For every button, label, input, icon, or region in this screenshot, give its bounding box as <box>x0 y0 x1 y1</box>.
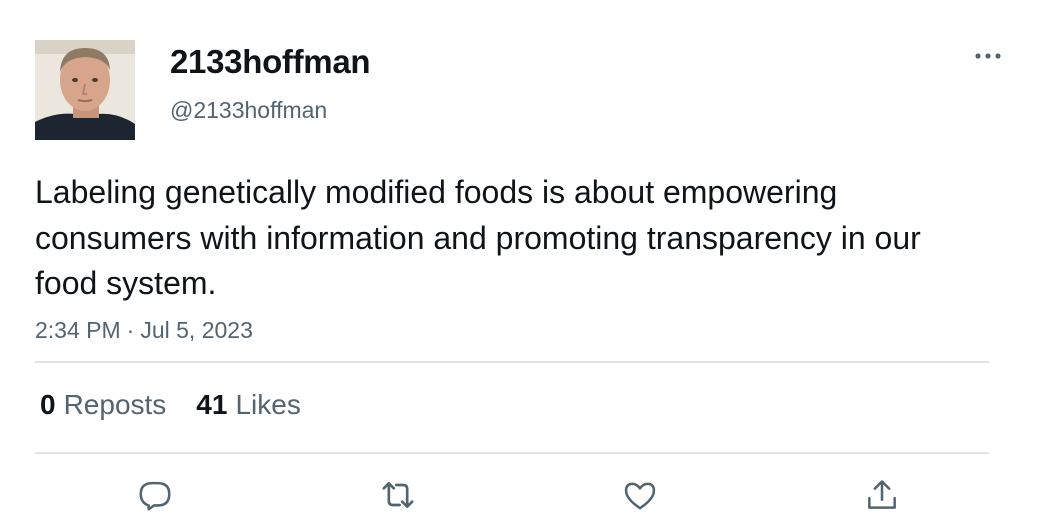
engagement-stats: 0 Reposts 41 Likes <box>40 387 331 423</box>
repost-button[interactable] <box>377 474 419 516</box>
divider <box>35 361 989 363</box>
author-display-name[interactable]: 2133hoffman <box>170 42 371 82</box>
share-icon <box>868 480 896 509</box>
like-button[interactable] <box>619 474 661 516</box>
heart-icon <box>624 482 656 510</box>
likes-label: Likes <box>235 389 301 420</box>
likes-count: 41 <box>196 389 228 420</box>
tweet-date[interactable]: Jul 5, 2023 <box>140 317 253 343</box>
reposts-count: 0 <box>40 389 56 420</box>
repost-icon <box>382 482 414 508</box>
tweet-time[interactable]: 2:34 PM <box>35 317 121 343</box>
user-photo-icon <box>35 40 135 140</box>
meta-separator: · <box>126 317 135 343</box>
reply-icon <box>139 481 171 511</box>
tweet-text: Labeling genetically modified foods is a… <box>35 174 921 301</box>
reposts-stat[interactable]: 0 Reposts <box>40 387 166 423</box>
tweet-timestamp[interactable]: 2:34 PM · Jul 5, 2023 <box>35 315 253 345</box>
avatar[interactable] <box>35 40 135 140</box>
reposts-label: Reposts <box>63 389 167 420</box>
share-button[interactable] <box>861 474 903 516</box>
author-handle[interactable]: @2133hoffman <box>170 96 327 124</box>
more-dots-icon <box>975 53 1001 59</box>
reply-button[interactable] <box>134 474 176 516</box>
more-options-button[interactable] <box>968 42 1008 70</box>
divider <box>35 452 989 454</box>
likes-stat[interactable]: 41 Likes <box>196 387 301 423</box>
